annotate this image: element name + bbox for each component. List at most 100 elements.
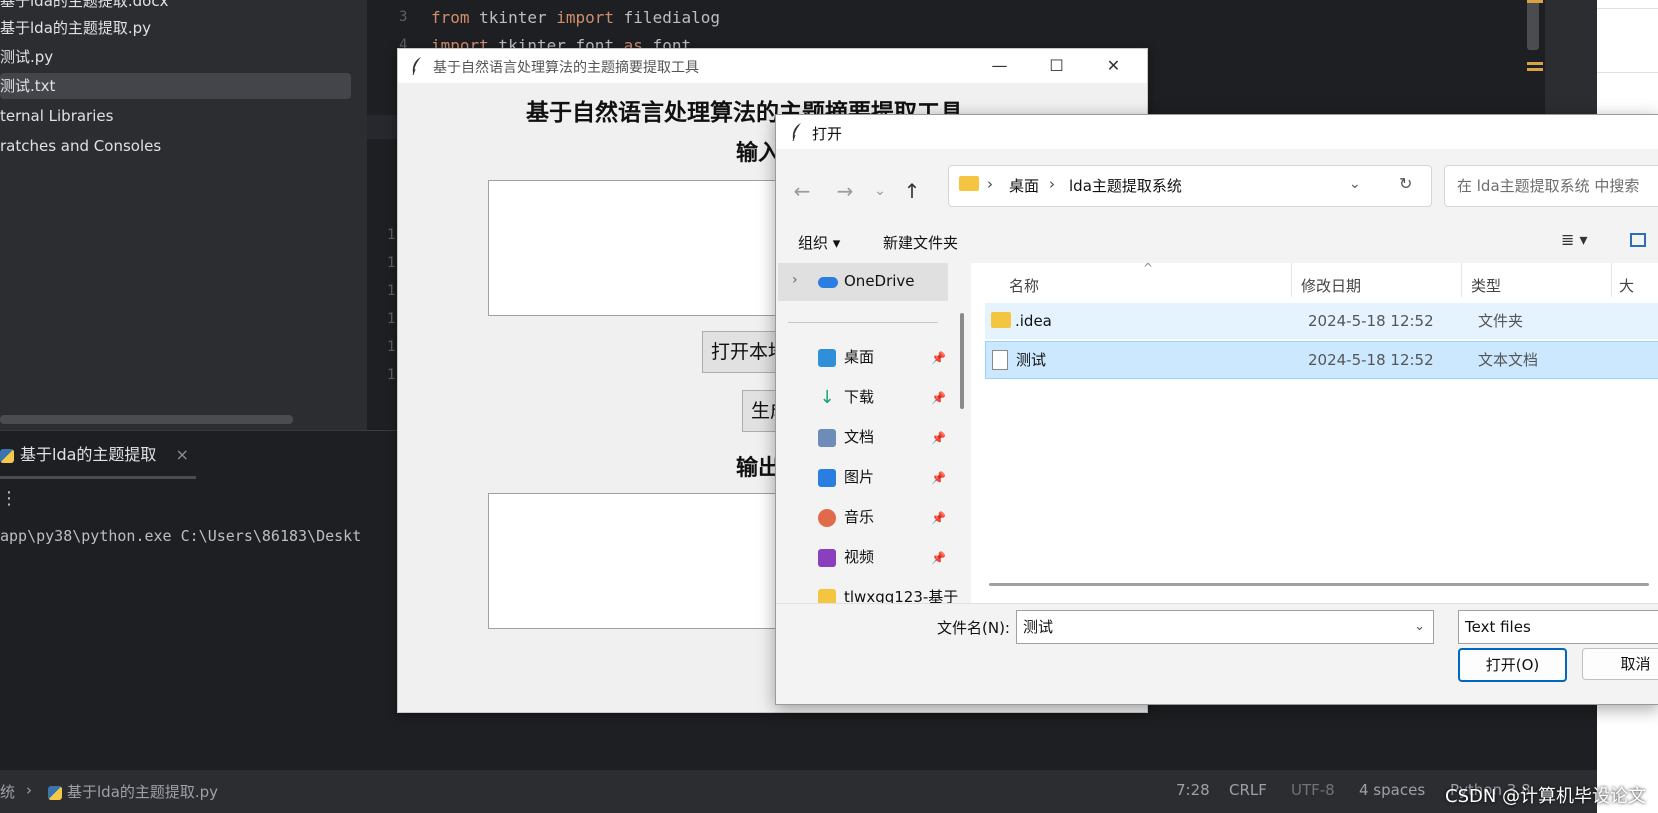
more-options-icon[interactable]: ⋮ xyxy=(0,488,18,509)
nav-item-music[interactable]: 音乐 xyxy=(818,501,874,533)
input-label: 输入 xyxy=(736,140,781,166)
pin-icon: 📌 xyxy=(931,551,946,565)
line-number: 1 xyxy=(387,227,396,243)
run-tab[interactable]: 基于lda的主题提取 × xyxy=(0,440,189,470)
file-row[interactable]: 测试 2024-5-18 12:52 文本文档 xyxy=(985,341,1658,379)
nav-item-videos[interactable]: 视频 xyxy=(818,541,874,573)
output-label: 输出 xyxy=(736,455,781,481)
search-input[interactable]: 在 lda主题提取系统 中搜索 xyxy=(1444,165,1658,207)
cloud-icon xyxy=(818,277,838,288)
nav-item-downloads[interactable]: ↓ 下载 xyxy=(818,381,874,413)
tree-item-test-txt[interactable]: 测试.txt xyxy=(0,73,351,99)
code-name: filedialog xyxy=(614,8,720,27)
maximize-button[interactable]: ☐ xyxy=(1029,49,1084,83)
chevron-down-icon[interactable]: ⌄ xyxy=(1349,176,1361,192)
back-arrow-icon[interactable]: ← xyxy=(790,177,814,205)
view-options-icon[interactable]: ≣ ▾ xyxy=(1561,230,1588,249)
tree-item-scratches[interactable]: ratches and Consoles xyxy=(0,133,161,159)
breadcrumb-desktop[interactable]: 桌面 xyxy=(1009,175,1039,196)
folder-icon xyxy=(991,312,1011,328)
indent-setting[interactable]: 4 spaces xyxy=(1359,781,1425,799)
nav-pane-scrollbar[interactable] xyxy=(960,313,964,409)
line-number: 1 xyxy=(387,339,396,355)
nav-item-documents[interactable]: 文档 xyxy=(818,421,874,453)
address-bar[interactable]: › 桌面 › lda主题提取系统 ⌄ ↻ xyxy=(948,165,1432,207)
editor-scrollbar[interactable] xyxy=(1527,0,1539,50)
line-number: 3 xyxy=(399,9,408,25)
music-icon xyxy=(818,508,836,527)
open-button[interactable]: 打开(O) xyxy=(1458,648,1567,682)
chevron-right-icon[interactable]: › xyxy=(792,272,798,288)
breadcrumb-project[interactable]: 统 xyxy=(0,781,15,802)
dialog-footer: 文件名(N): 测试 ⌄ Text files 打开(O) 取消 xyxy=(776,603,1658,704)
line-number: 1 xyxy=(387,311,396,327)
cancel-button[interactable]: 取消 xyxy=(1582,648,1658,680)
tree-item-external-libraries[interactable]: ternal Libraries xyxy=(0,103,113,129)
dialog-title: 打开 xyxy=(812,125,843,143)
nav-item-onedrive[interactable]: › OneDrive xyxy=(778,263,948,301)
new-folder-button[interactable]: 新建文件夹 xyxy=(883,232,958,253)
project-pane: 基于lda的主题提取.docx 基于lda的主题提取.py 测试.py 测试.t… xyxy=(0,0,367,430)
breadcrumb-file[interactable]: 基于lda的主题提取.py xyxy=(48,781,218,802)
filetype-select[interactable]: Text files xyxy=(1458,610,1658,644)
output-textbox[interactable] xyxy=(488,493,790,629)
close-button[interactable]: ✕ xyxy=(1086,49,1141,83)
nav-item-label: 图片 xyxy=(844,468,875,486)
file-type: 文件夹 xyxy=(1478,312,1524,330)
tree-item-docx[interactable]: 基于lda的主题提取.docx xyxy=(0,0,168,14)
forward-arrow-icon[interactable]: → xyxy=(833,177,857,205)
file-row[interactable]: .idea 2024-5-18 12:52 文件夹 xyxy=(985,303,1658,339)
refresh-icon[interactable]: ↻ xyxy=(1399,174,1412,193)
chevron-down-icon[interactable]: ⌄ xyxy=(1414,611,1425,643)
feather-icon xyxy=(792,123,801,141)
column-divider[interactable] xyxy=(1611,263,1612,297)
up-arrow-icon[interactable]: ↑ xyxy=(900,177,924,205)
column-header-name[interactable]: 名称 xyxy=(1009,275,1039,296)
file-encoding[interactable]: UTF-8 xyxy=(1291,781,1335,799)
column-header-type[interactable]: 类型 xyxy=(1471,275,1501,296)
nav-item-folder[interactable]: tlwxgq123-基于 xyxy=(818,581,958,603)
file-list-hscrollbar[interactable] xyxy=(989,583,1649,586)
tree-item-main-py[interactable]: 基于lda的主题提取.py xyxy=(0,15,151,41)
column-divider[interactable] xyxy=(1291,263,1292,297)
file-date: 2024-5-18 12:52 xyxy=(1308,312,1434,330)
filename-input[interactable]: 测试 ⌄ xyxy=(1016,610,1434,644)
line-number: 1 xyxy=(387,367,396,383)
dialog-toolbar: 组织 ▾ 新建文件夹 ≣ ▾ xyxy=(776,219,1658,265)
documents-icon xyxy=(818,428,836,447)
line-number: 1 xyxy=(387,255,396,271)
breadcrumb-current-folder[interactable]: lda主题提取系统 xyxy=(1069,175,1182,196)
recent-locations-chevron-icon[interactable]: ⌄ xyxy=(868,177,892,205)
organize-menu[interactable]: 组织 ▾ xyxy=(798,232,840,253)
download-icon: ↓ xyxy=(819,386,835,408)
tree-item-test-py[interactable]: 测试.py xyxy=(0,44,53,70)
dialog-titlebar[interactable]: 打开 xyxy=(776,115,1658,149)
watermark: CSDN @计算机毕设论文 xyxy=(1445,786,1647,807)
nav-item-label: tlwxgq123-基于 xyxy=(844,588,959,603)
pin-icon: 📌 xyxy=(931,511,946,525)
nav-item-desktop[interactable]: 桌面 xyxy=(818,341,874,373)
project-pane-scrollbar[interactable] xyxy=(0,415,293,424)
breadcrumb-file-label: 基于lda的主题提取.py xyxy=(67,783,219,801)
tk-titlebar[interactable]: 基于自然语言处理算法的主题摘要提取工具 — ☐ ✕ xyxy=(398,49,1147,83)
pin-icon: 📌 xyxy=(931,391,946,405)
nav-item-label: 视频 xyxy=(844,548,875,566)
videos-icon xyxy=(818,548,836,567)
line-separator[interactable]: CRLF xyxy=(1229,781,1267,799)
pin-icon: 📌 xyxy=(931,351,946,365)
code-module: tkinter xyxy=(469,8,557,27)
input-textbox[interactable] xyxy=(488,180,790,316)
caret-position[interactable]: 7:28 xyxy=(1176,781,1210,799)
nav-item-pictures[interactable]: 图片 xyxy=(818,461,874,493)
column-header-size[interactable]: 大 xyxy=(1619,275,1634,296)
error-stripe-marker xyxy=(1527,0,1543,3)
error-stripe-marker xyxy=(1527,68,1543,71)
file-date: 2024-5-18 12:52 xyxy=(1308,351,1434,369)
line-number: 1 xyxy=(387,283,396,299)
column-divider[interactable] xyxy=(1461,263,1462,297)
minimize-button[interactable]: — xyxy=(972,49,1027,83)
column-header-date[interactable]: 修改日期 xyxy=(1301,275,1361,296)
close-icon[interactable]: × xyxy=(176,445,189,464)
preview-pane-icon[interactable] xyxy=(1630,233,1646,247)
open-file-dialog: 打开 ← → ⌄ ↑ › 桌面 › lda主题提取系统 ⌄ ↻ 在 lda主题提… xyxy=(775,114,1658,705)
